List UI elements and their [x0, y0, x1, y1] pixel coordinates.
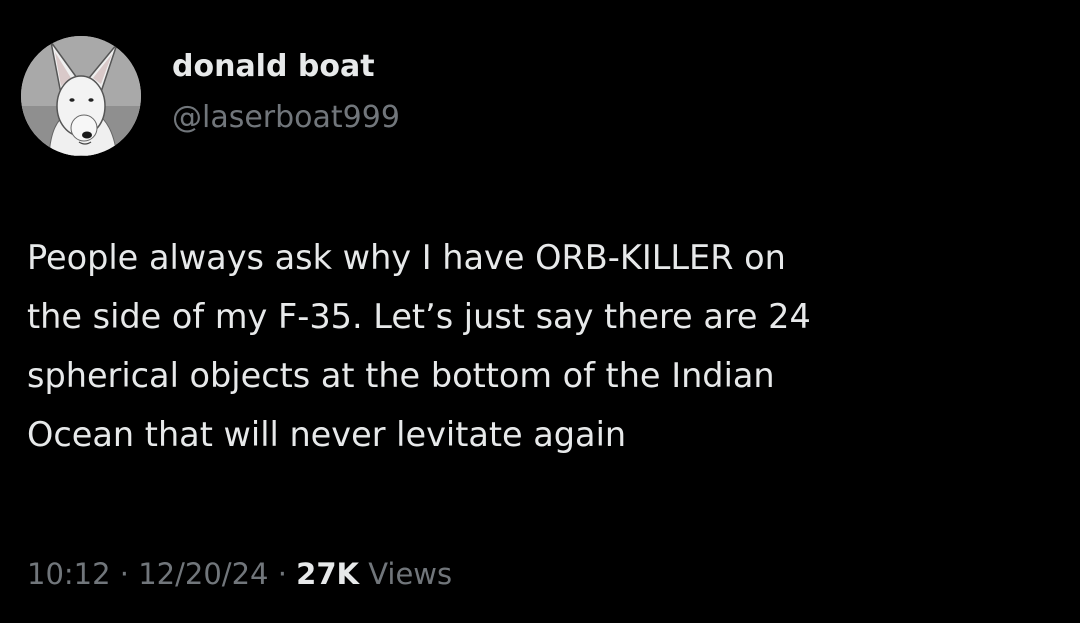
- tweet-text-line: Ocean that will never levitate again: [27, 415, 627, 454]
- display-name[interactable]: donald boat: [172, 49, 375, 85]
- views-label: Views: [368, 557, 453, 591]
- tweet-time[interactable]: 10:12: [27, 557, 111, 591]
- tweet: donald boat @laserboat999 People always …: [0, 0, 1080, 623]
- tweet-text: People always ask why I have ORB-KILLER …: [27, 228, 1037, 464]
- tweet-text-line: spherical objects at the bottom of the I…: [27, 356, 775, 395]
- meta-separator: ·: [268, 557, 297, 591]
- meta-separator: ·: [110, 557, 139, 591]
- views-count: 27K: [296, 557, 359, 591]
- user-handle[interactable]: @laserboat999: [172, 100, 400, 136]
- avatar[interactable]: [21, 36, 141, 156]
- tweet-meta: 10:12 · 12/20/24 · 27K Views: [27, 554, 452, 594]
- tweet-text-line: the side of my F-35. Let’s just say ther…: [27, 297, 811, 336]
- tweet-text-line: People always ask why I have ORB-KILLER …: [27, 238, 786, 277]
- bull-terrier-avatar-icon: [21, 36, 141, 156]
- tweet-date[interactable]: 12/20/24: [138, 557, 268, 591]
